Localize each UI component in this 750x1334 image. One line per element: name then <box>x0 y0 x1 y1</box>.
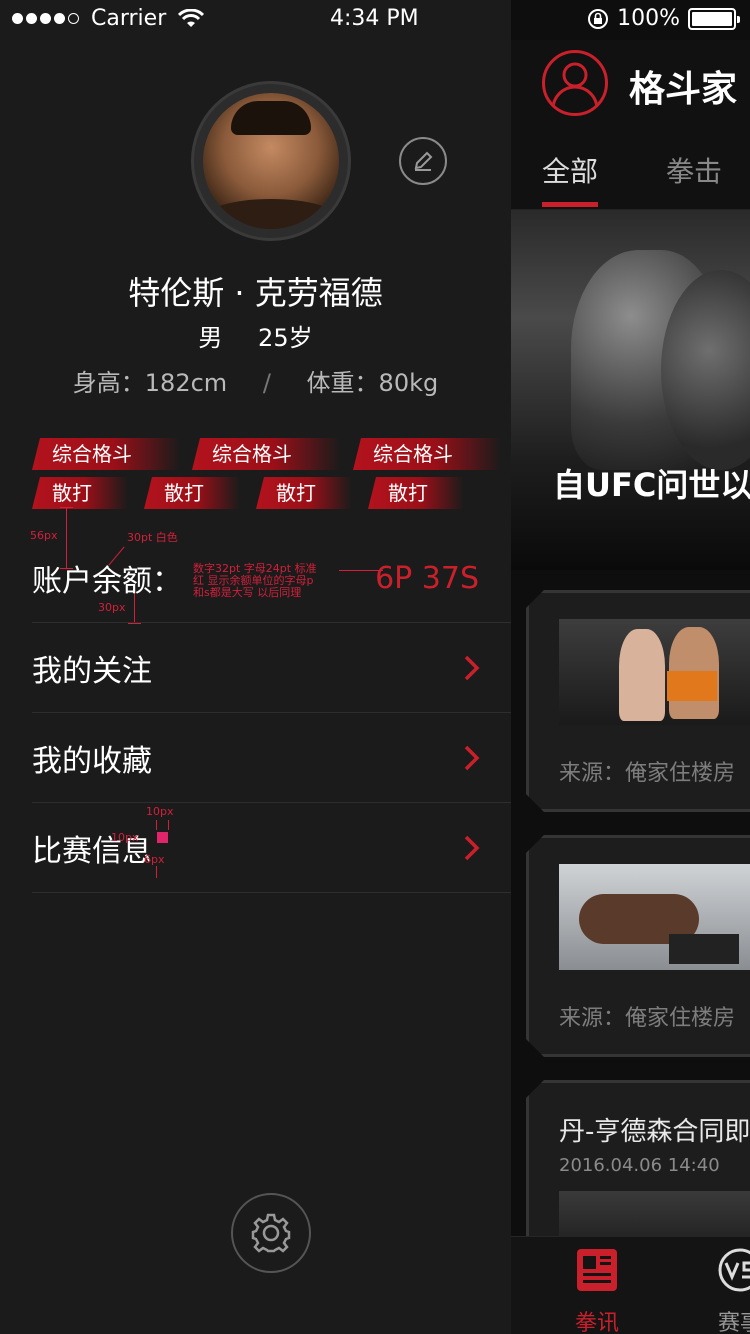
news-card[interactable]: 来源：俺家住楼房 <box>526 835 750 1057</box>
nav-label: 赛事 <box>717 1311 750 1334</box>
balance-value: 6P 37S <box>375 560 479 596</box>
menu-item-label: 我的收藏 <box>32 743 152 779</box>
user-icon <box>551 62 599 110</box>
news-thumbnail <box>559 619 750 725</box>
active-tab-indicator <box>542 202 598 207</box>
profile-height: 身高：182cm <box>72 369 228 397</box>
redline-badge-marker <box>157 832 168 843</box>
tag-sanda: 散打 <box>32 477 128 509</box>
redline-vertical <box>156 866 157 878</box>
redline-vertical <box>168 820 169 830</box>
signal-strength-icon <box>12 13 79 24</box>
status-bar: Carrier 4:34 PM 100% <box>0 0 750 40</box>
gear-icon <box>251 1213 291 1253</box>
main-app-peek[interactable]: 格斗家 全部 拳击 自UFC问世以 来源：俺家住楼房 来源：俺家住楼房 丹-亨德… <box>511 0 750 1334</box>
battery-percent: 100% <box>617 6 680 31</box>
status-bar-left: Carrier <box>12 6 205 31</box>
avatar-photo <box>203 93 339 229</box>
tag-sanda: 散打 <box>144 477 240 509</box>
tag-sanda: 散打 <box>368 477 464 509</box>
hero-caption: 自UFC问世以 <box>553 466 750 504</box>
app-title: 格斗家 <box>629 69 738 110</box>
newspaper-icon <box>577 1249 617 1291</box>
wifi-icon <box>178 8 205 27</box>
menu-item-match-info[interactable]: 比赛信息 <box>32 803 511 893</box>
status-time: 4:34 PM <box>330 6 419 31</box>
news-title: 丹-亨德森合同即 <box>559 1117 750 1147</box>
profile-gender-age: 男 25岁 <box>0 318 511 353</box>
menu-item-label: 我的关注 <box>32 653 152 689</box>
tag-mma: 综合格斗 <box>32 438 180 470</box>
news-thumbnail <box>559 864 750 970</box>
battery-icon <box>688 7 740 30</box>
redline-label: 10px <box>111 831 139 844</box>
vs-icon <box>718 1248 750 1292</box>
redline-tick <box>60 507 73 508</box>
stats-separator: / <box>262 369 271 397</box>
profile-gender: 男 <box>198 324 223 352</box>
category-tabs: 全部 拳击 <box>511 128 750 210</box>
bottom-nav: 拳讯 赛事 <box>511 1236 750 1334</box>
menu-item-following[interactable]: 我的关注 <box>32 623 511 713</box>
balance-label: 账户余额： <box>32 564 182 599</box>
tab-all[interactable]: 全部 <box>542 150 598 190</box>
nav-item-events[interactable]: 赛事 <box>716 1247 750 1334</box>
avatar[interactable] <box>191 81 351 241</box>
menu-item-favorites[interactable]: 我的收藏 <box>32 713 511 803</box>
tag-mma: 综合格斗 <box>353 438 501 470</box>
edit-profile-button[interactable] <box>399 137 447 185</box>
redline-label: 6px <box>144 853 165 866</box>
news-date: 2016.04.06 14:40 <box>559 1155 720 1176</box>
app-header: 格斗家 <box>511 40 750 128</box>
news-source: 来源：俺家住楼房 <box>559 761 736 786</box>
pencil-icon <box>414 151 433 171</box>
chevron-right-icon <box>464 835 480 860</box>
nav-item-news[interactable]: 拳讯 <box>573 1247 621 1334</box>
profile-name: 特伦斯 · 克劳福德 <box>128 274 383 312</box>
news-card[interactable]: 来源：俺家住楼房 <box>526 590 750 812</box>
carrier-label: Carrier <box>91 6 167 31</box>
chevron-right-icon <box>464 655 480 680</box>
hero-banner[interactable]: 自UFC问世以 <box>511 210 750 570</box>
rotation-lock-icon <box>588 8 609 29</box>
redline-vertical <box>156 820 157 830</box>
nav-label: 拳讯 <box>574 1311 619 1334</box>
profile-age: 25岁 <box>258 324 313 352</box>
redline-label: 10px <box>146 805 174 818</box>
status-bar-right: 100% <box>587 6 740 31</box>
side-drawer: 特伦斯 · 克劳福德 男 25岁 身高：182cm / 体重：80kg 综合格斗… <box>0 0 511 1334</box>
tag-mma: 综合格斗 <box>192 438 340 470</box>
balance-row: 账户余额： 6P 37S <box>32 534 511 623</box>
news-source: 来源：俺家住楼房 <box>559 1006 736 1031</box>
profile-weight: 体重：80kg <box>306 369 439 397</box>
tab-boxing[interactable]: 拳击 <box>666 150 722 190</box>
user-avatar-button[interactable] <box>542 50 608 116</box>
tag-sanda: 散打 <box>256 477 352 509</box>
profile-stats: 身高：182cm / 体重：80kg <box>0 363 511 398</box>
chevron-right-icon <box>464 745 480 770</box>
settings-button[interactable] <box>231 1193 311 1273</box>
